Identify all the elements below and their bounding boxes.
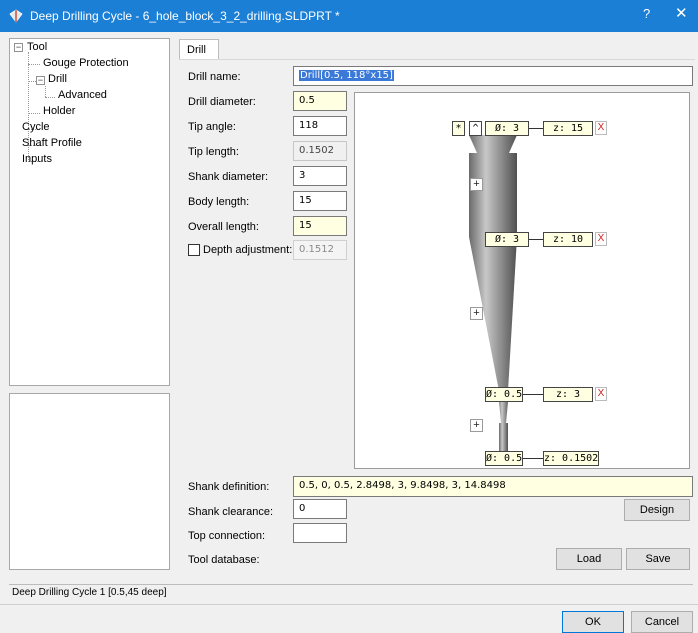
tree-item-shaft-profile[interactable]: Shaft Profile: [22, 137, 82, 149]
body-length-input[interactable]: 15: [293, 191, 347, 211]
z-label-2[interactable]: z: 10: [543, 232, 593, 247]
tool-database-label: Tool database:: [188, 554, 260, 566]
cancel-button[interactable]: Cancel: [631, 611, 693, 633]
z-label-3[interactable]: z: 3: [543, 387, 593, 402]
shank-definition-input[interactable]: 0.5, 0, 0.5, 2.8498, 3, 9.8498, 3, 14.84…: [293, 476, 693, 497]
depth-adjustment-checkbox[interactable]: [188, 244, 200, 256]
secondary-panel: [9, 393, 170, 570]
shank-clearance-input[interactable]: 0: [293, 499, 347, 519]
window-title: Deep Drilling Cycle - 6_hole_block_3_2_d…: [30, 9, 340, 23]
tree-item-tool[interactable]: Tool: [27, 41, 47, 53]
tab-drill[interactable]: Drill: [179, 39, 219, 60]
drill-shape: [469, 135, 517, 453]
close-button[interactable]: ✕: [675, 4, 688, 22]
load-button[interactable]: Load: [556, 548, 622, 570]
overall-length-label: Overall length:: [188, 221, 259, 233]
drill-name-label: Drill name:: [188, 71, 241, 83]
tree-item-drill[interactable]: Drill: [48, 73, 67, 85]
drill-preview-canvas[interactable]: * ^ Ø: 3 z: 15 X + Ø: 3 z: 10 X + Ø: 0.5…: [354, 92, 690, 469]
remove-point-2-icon[interactable]: X: [595, 232, 607, 246]
tree-item-advanced[interactable]: Advanced: [58, 89, 107, 101]
shank-diameter-input[interactable]: 3: [293, 166, 347, 186]
tip-length-label: Tip length:: [188, 146, 239, 158]
body-length-label: Body length:: [188, 196, 250, 208]
overall-length-input[interactable]: 15: [293, 216, 347, 236]
save-button[interactable]: Save: [626, 548, 690, 570]
tip-length-field: 0.1502: [293, 141, 347, 161]
tree-drill-collapse-icon[interactable]: −: [36, 76, 45, 85]
diameter-label-3[interactable]: Ø: 0.5: [485, 387, 523, 402]
tree-item-inputs[interactable]: Inputs: [22, 153, 52, 165]
tip-angle-label: Tip angle:: [188, 121, 236, 133]
operation-tree[interactable]: − Tool Gouge Protection − Drill Advanced…: [9, 38, 170, 386]
help-button[interactable]: ?: [643, 6, 650, 21]
diameter-label-4[interactable]: Ø: 0.5: [485, 451, 523, 466]
status-bar: Deep Drilling Cycle 1 [0.5,45 deep]: [9, 584, 693, 601]
drill-diameter-input[interactable]: 0.5: [293, 91, 347, 111]
design-button[interactable]: Design: [624, 499, 690, 521]
drill-name-value: Drill[0.5, 118°x15]: [299, 70, 394, 81]
top-connection-label: Top connection:: [188, 530, 266, 542]
depth-adjustment-field: 0.1512: [293, 240, 347, 260]
diameter-label-2[interactable]: Ø: 3: [485, 232, 529, 247]
z-label-4[interactable]: z: 0.1502: [543, 451, 599, 466]
remove-point-3-icon[interactable]: X: [595, 387, 607, 401]
z-label-1[interactable]: z: 15: [543, 121, 593, 136]
diameter-label-1[interactable]: Ø: 3: [485, 121, 529, 136]
status-text: Deep Drilling Cycle 1 [0.5,45 deep]: [12, 587, 167, 598]
add-point-2-button[interactable]: +: [470, 307, 483, 320]
tree-tool-collapse-icon[interactable]: −: [14, 43, 23, 52]
tree-item-cycle[interactable]: Cycle: [22, 121, 50, 133]
title-bar: Deep Drilling Cycle - 6_hole_block_3_2_d…: [0, 0, 698, 32]
ok-button[interactable]: OK: [562, 611, 624, 633]
add-point-3-button[interactable]: +: [470, 419, 483, 432]
move-up-button[interactable]: ^: [469, 121, 482, 136]
remove-point-1-icon[interactable]: X: [595, 121, 607, 135]
drill-name-input[interactable]: Drill[0.5, 118°x15]: [293, 66, 693, 86]
tree-item-holder[interactable]: Holder: [43, 105, 75, 117]
reset-star-button[interactable]: *: [452, 121, 465, 136]
top-connection-input[interactable]: [293, 523, 347, 543]
drill-diameter-label: Drill diameter:: [188, 96, 256, 108]
depth-adjustment-label: Depth adjustment:: [203, 244, 293, 256]
tip-angle-input[interactable]: 118: [293, 116, 347, 136]
add-point-1-button[interactable]: +: [470, 178, 483, 191]
shank-diameter-label: Shank diameter:: [188, 171, 269, 183]
shank-definition-label: Shank definition:: [188, 481, 270, 493]
shank-clearance-label: Shank clearance:: [188, 506, 273, 518]
app-icon: [9, 9, 23, 23]
tree-item-gouge-protection[interactable]: Gouge Protection: [43, 57, 129, 69]
